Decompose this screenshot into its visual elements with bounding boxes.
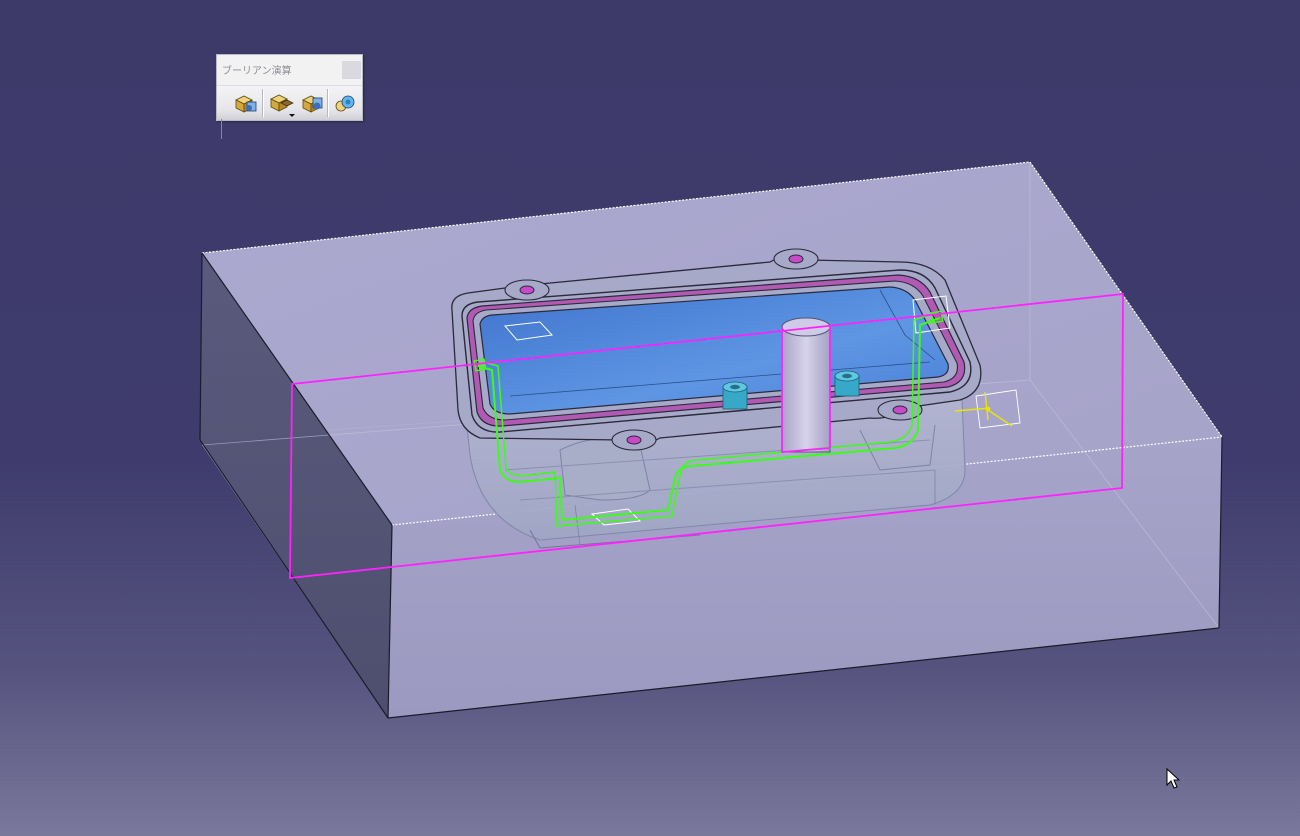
bolt-lug-3: [611, 429, 657, 451]
remove-button[interactable]: [299, 88, 327, 118]
boolean-operations-toolbar[interactable]: ブーリアン演算: [216, 54, 363, 139]
toolbar-title: ブーリアン演算: [222, 66, 292, 77]
boolean-add-icon: [270, 94, 295, 117]
mouse-cursor-icon: [1166, 768, 1180, 789]
toolbar-grip-handle[interactable]: [221, 119, 222, 139]
toolbar-title-bar[interactable]: ブーリアン演算: [217, 55, 362, 83]
toolbar-button-row: [217, 85, 362, 139]
insert-boss-1: [722, 381, 748, 410]
3d-viewport[interactable]: ブーリアン演算: [0, 0, 1300, 836]
add-button[interactable]: [267, 88, 301, 118]
toolbar-close-button[interactable]: [342, 61, 361, 79]
bolt-lug-1: [504, 279, 550, 301]
housing-part[interactable]: [451, 248, 982, 549]
boolean-union-trim-icon: [335, 95, 355, 112]
center-boss: [781, 317, 831, 453]
boolean-remove-icon: [302, 95, 323, 113]
boolean-assemble-icon: [235, 95, 257, 113]
insert-boss-2: [834, 370, 860, 397]
chevron-down-icon: [289, 114, 295, 117]
union-trim-button[interactable]: [331, 88, 359, 118]
bolt-lug-2: [773, 248, 819, 270]
model-scene[interactable]: [0, 0, 1300, 836]
assemble-button[interactable]: [231, 88, 261, 118]
bolt-lug-4: [877, 399, 923, 421]
